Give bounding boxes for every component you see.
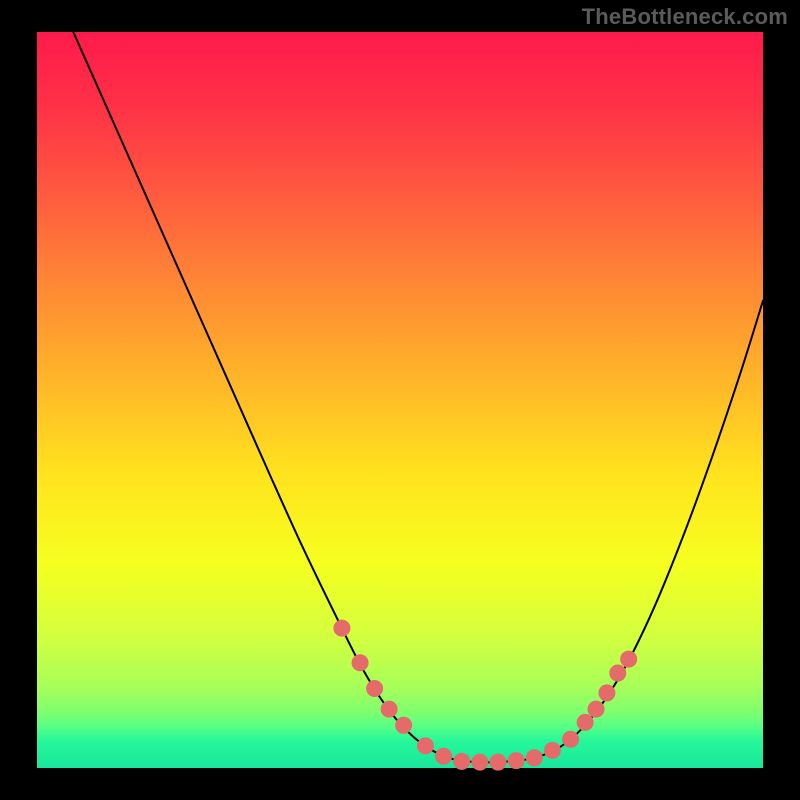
highlight-dot — [396, 717, 412, 733]
watermark-text: TheBottleneck.com — [582, 4, 788, 30]
highlight-dot — [436, 748, 452, 764]
highlight-dot — [472, 754, 488, 770]
chart-canvas — [0, 0, 800, 800]
highlight-dot — [526, 750, 542, 766]
highlight-dot — [577, 714, 593, 730]
highlight-dot — [599, 685, 615, 701]
highlight-dot — [367, 681, 383, 697]
highlight-dot — [588, 701, 604, 717]
highlight-dot — [454, 753, 470, 769]
plot-background — [37, 32, 763, 768]
highlight-dot — [352, 655, 368, 671]
highlight-dot — [334, 620, 350, 636]
highlight-dot — [563, 731, 579, 747]
highlight-dot — [508, 753, 524, 769]
highlight-dot — [417, 738, 433, 754]
highlight-dot — [381, 701, 397, 717]
chart-stage: TheBottleneck.com — [0, 0, 800, 800]
highlight-dot — [621, 651, 637, 667]
highlight-dot — [490, 754, 506, 770]
highlight-dot — [610, 665, 626, 681]
highlight-dot — [544, 742, 560, 758]
